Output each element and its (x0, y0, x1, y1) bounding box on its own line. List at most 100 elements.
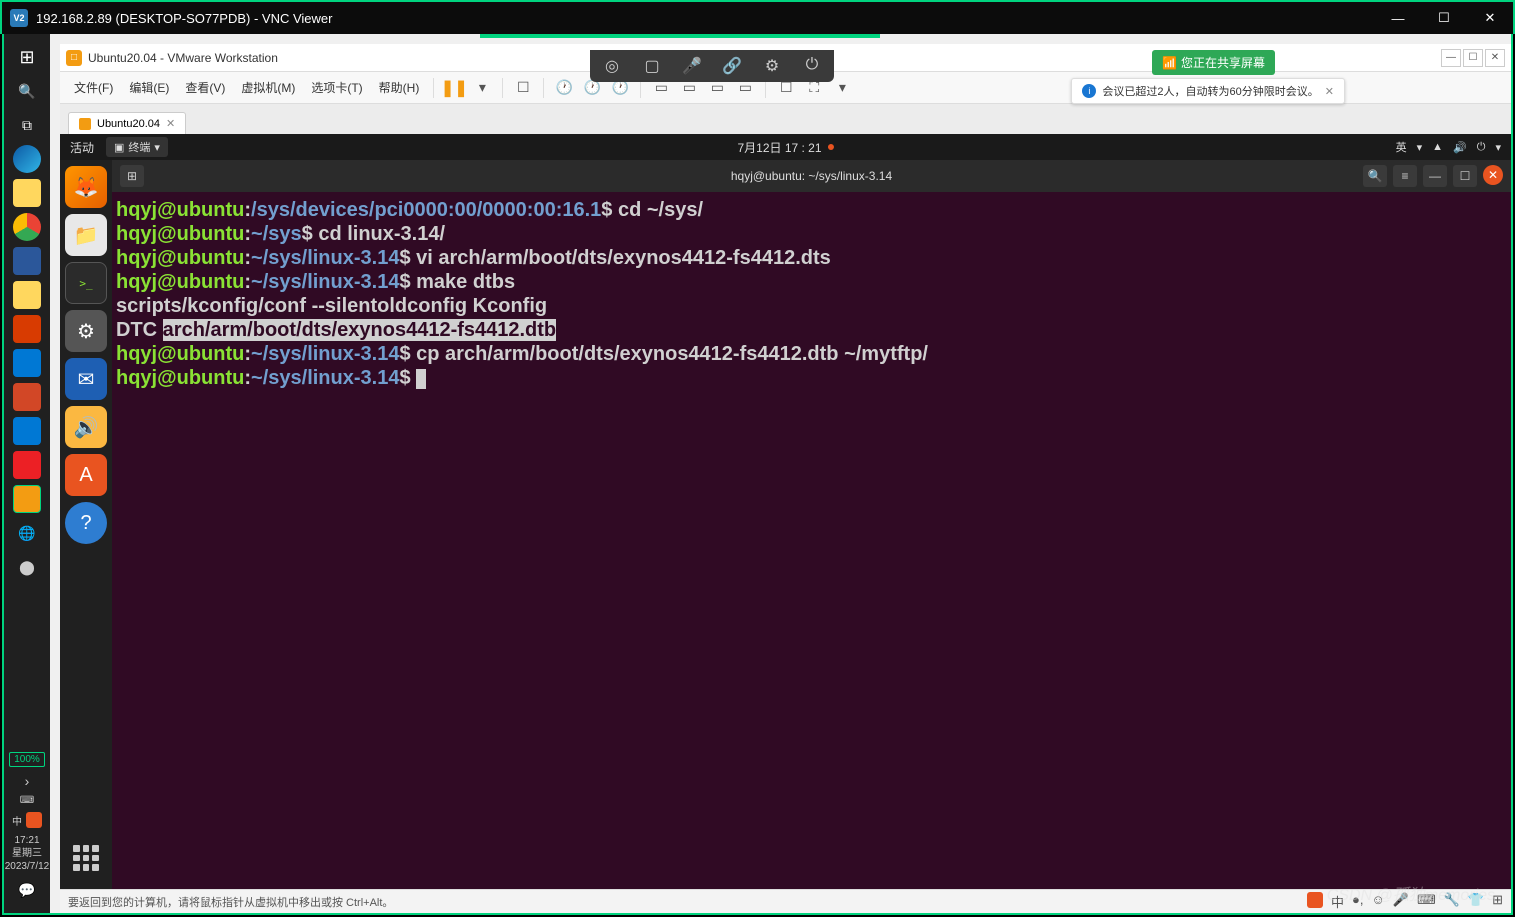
firefox-icon[interactable]: 🦊 (65, 166, 107, 208)
vm-tab-ubuntu[interactable]: Ubuntu20.04 ✕ (68, 112, 186, 134)
info-icon: i (1082, 84, 1096, 98)
meeting-notification[interactable]: i 会议已超过2人，自动转为60分钟限时会议。 ✕ (1071, 78, 1345, 104)
windows-taskbar: ⊞ 🔍 ⧉ 🌐 ⬤ 100% › ⌨ 中 17:21 星期三 2023/7/12… (2, 34, 50, 915)
menu-help[interactable]: 帮助(H) (373, 77, 426, 98)
help-icon[interactable]: ? (65, 502, 107, 544)
vnc-link-icon[interactable]: 🔗 (720, 56, 744, 76)
menu-tabs[interactable]: 选项卡(T) (305, 77, 368, 98)
topbar-clock[interactable]: 7月12日 17 : 21 (737, 139, 833, 156)
vmware-tabs: Ubuntu20.04 ✕ (60, 104, 1511, 134)
menu-edit[interactable]: 编辑(E) (123, 77, 175, 98)
sogou-icon[interactable] (26, 812, 42, 828)
sogou-ime-icon[interactable] (1307, 892, 1323, 908)
signal-icon: 📶 (1162, 56, 1177, 70)
terminal-minimize-button[interactable]: — (1423, 165, 1447, 187)
taskview-icon[interactable]: ⧉ (13, 111, 41, 139)
terminal-window: ⊞ hqyj@ubuntu: ~/sys/linux-3.14 🔍 ≡ — ☐ … (112, 160, 1511, 889)
watermark: CSDN @孤独memories (1327, 881, 1495, 905)
power-icon[interactable]: ⏻ (1477, 141, 1486, 154)
network-icon[interactable]: ▲ (1432, 141, 1443, 153)
vnc-maximize-button[interactable]: ☐ (1421, 2, 1467, 34)
chrome-icon[interactable] (13, 213, 41, 241)
show-apps-icon[interactable] (65, 837, 107, 879)
remote-desktop-area: □ Ubuntu20.04 - VMware Workstation — ☐ ✕… (50, 34, 1513, 915)
terminal-content[interactable]: hqyj@ubuntu:/sys/devices/pci0000:00/0000… (112, 192, 1511, 889)
input-source-indicator[interactable]: 英 (1396, 139, 1407, 155)
vnc-power-icon[interactable]: ⏻ (800, 56, 824, 76)
software-center-icon[interactable]: A (65, 454, 107, 496)
notification-close-icon[interactable]: ✕ (1325, 85, 1334, 98)
app-icon-1[interactable] (13, 315, 41, 343)
ime-label[interactable]: 中 (12, 813, 22, 828)
power-dropdown-icon[interactable]: ▾ (470, 76, 494, 100)
terminal-title: hqyj@ubuntu: ~/sys/linux-3.14 (731, 169, 892, 183)
thunderbird-icon[interactable]: ✉ (65, 358, 107, 400)
edge-icon[interactable] (13, 145, 41, 173)
vnc-toolbar[interactable]: ◎ ▢ 🎤 🔗 ⚙ ⏻ (590, 50, 834, 82)
vmware-title: Ubuntu20.04 - VMware Workstation (88, 51, 278, 65)
vnc-title: 192.168.2.89 (DESKTOP-SO77PDB) - VNC Vie… (36, 11, 332, 26)
status-text: 要返回到您的计算机，请将鼠标指针从虚拟机中移出或按 Ctrl+Alt。 (68, 894, 393, 910)
activities-button[interactable]: 活动 (70, 139, 94, 156)
vnc-minimize-button[interactable]: — (1375, 2, 1421, 34)
vm-tab-label: Ubuntu20.04 (97, 118, 160, 130)
system-clock[interactable]: 17:21 星期三 2023/7/12 (5, 834, 50, 873)
pause-button[interactable]: ❚❚ (442, 76, 466, 100)
terminal-headerbar: ⊞ hqyj@ubuntu: ~/sys/linux-3.14 🔍 ≡ — ☐ … (112, 160, 1511, 192)
vmware-icon: □ (66, 50, 82, 66)
menu-view[interactable]: 查看(V) (179, 77, 231, 98)
vnc-record-icon[interactable]: ◎ (600, 56, 624, 76)
volume-icon[interactable]: 🔊 (1453, 141, 1467, 154)
screen-sharing-badge[interactable]: 📶 您正在共享屏幕 (1152, 50, 1275, 75)
terminal-icon[interactable]: >_ (65, 262, 107, 304)
vmware-maximize-button[interactable]: ☐ (1463, 49, 1483, 67)
menu-file[interactable]: 文件(F) (68, 77, 119, 98)
rhythmbox-icon[interactable]: 🔊 (65, 406, 107, 448)
notifications-icon[interactable]: 💬 (13, 876, 41, 904)
vmware-minimize-button[interactable]: — (1441, 49, 1461, 67)
vm-tab-icon (79, 118, 91, 130)
input-method-icon[interactable]: ⌨ (20, 795, 34, 806)
app-icon-4[interactable]: 🌐 (13, 519, 41, 547)
search-icon[interactable]: 🔍 (13, 77, 41, 105)
ubuntu-launcher: 🦊 📁 >_ ⚙ ✉ 🔊 A ? (60, 160, 112, 889)
snapshot-button[interactable]: ☐ (511, 76, 535, 100)
vnc-close-button[interactable]: ✕ (1467, 2, 1513, 34)
app-icon-5[interactable]: ⬤ (13, 553, 41, 581)
tab-close-icon[interactable]: ✕ (166, 117, 175, 130)
word-icon[interactable] (13, 247, 41, 275)
app-icon-3[interactable] (13, 451, 41, 479)
powerpoint-icon[interactable] (13, 383, 41, 411)
active-border-accent (480, 34, 880, 38)
snapshot-manager-button[interactable]: 🕐 (552, 76, 576, 100)
expand-tray-icon[interactable]: › (25, 773, 30, 789)
terminal-app-indicator[interactable]: ▣ 终端 ▾ (106, 137, 168, 157)
terminal-indicator-icon: ▣ (114, 141, 124, 154)
files-icon[interactable]: 📁 (65, 214, 107, 256)
new-tab-button[interactable]: ⊞ (120, 165, 144, 187)
vnc-display-icon[interactable]: ▢ (640, 56, 664, 76)
vnc-icon: V2 (10, 9, 28, 27)
ubuntu-topbar: 活动 ▣ 终端 ▾ 7月12日 17 : 21 英▾ ▲ 🔊 ⏻ ▾ (60, 134, 1511, 160)
fullscreen-dropdown[interactable]: ▾ (830, 76, 854, 100)
explorer-icon[interactable] (13, 179, 41, 207)
terminal-close-button[interactable]: ✕ (1483, 165, 1503, 185)
vmware-taskbar-icon[interactable] (13, 485, 41, 513)
app-icon-2[interactable] (13, 349, 41, 377)
vnc-titlebar: V2 192.168.2.89 (DESKTOP-SO77PDB) - VNC … (0, 0, 1515, 34)
battery-indicator[interactable]: 100% (9, 752, 45, 767)
vmware-window: □ Ubuntu20.04 - VMware Workstation — ☐ ✕… (60, 44, 1511, 913)
folder-icon[interactable] (13, 281, 41, 309)
menu-button[interactable]: ≡ (1393, 165, 1417, 187)
terminal-maximize-button[interactable]: ☐ (1453, 165, 1477, 187)
cursor (416, 369, 426, 389)
settings-icon[interactable]: ⚙ (65, 310, 107, 352)
ubuntu-desktop: 活动 ▣ 终端 ▾ 7月12日 17 : 21 英▾ ▲ 🔊 ⏻ ▾ (60, 134, 1511, 889)
menu-vm[interactable]: 虚拟机(M) (235, 77, 301, 98)
vmware-close-button[interactable]: ✕ (1485, 49, 1505, 67)
vnc-settings-icon[interactable]: ⚙ (760, 56, 784, 76)
search-button[interactable]: 🔍 (1363, 165, 1387, 187)
vnc-microphone-icon[interactable]: 🎤 (680, 56, 704, 76)
start-button[interactable]: ⊞ (13, 43, 41, 71)
vscode-icon[interactable] (13, 417, 41, 445)
